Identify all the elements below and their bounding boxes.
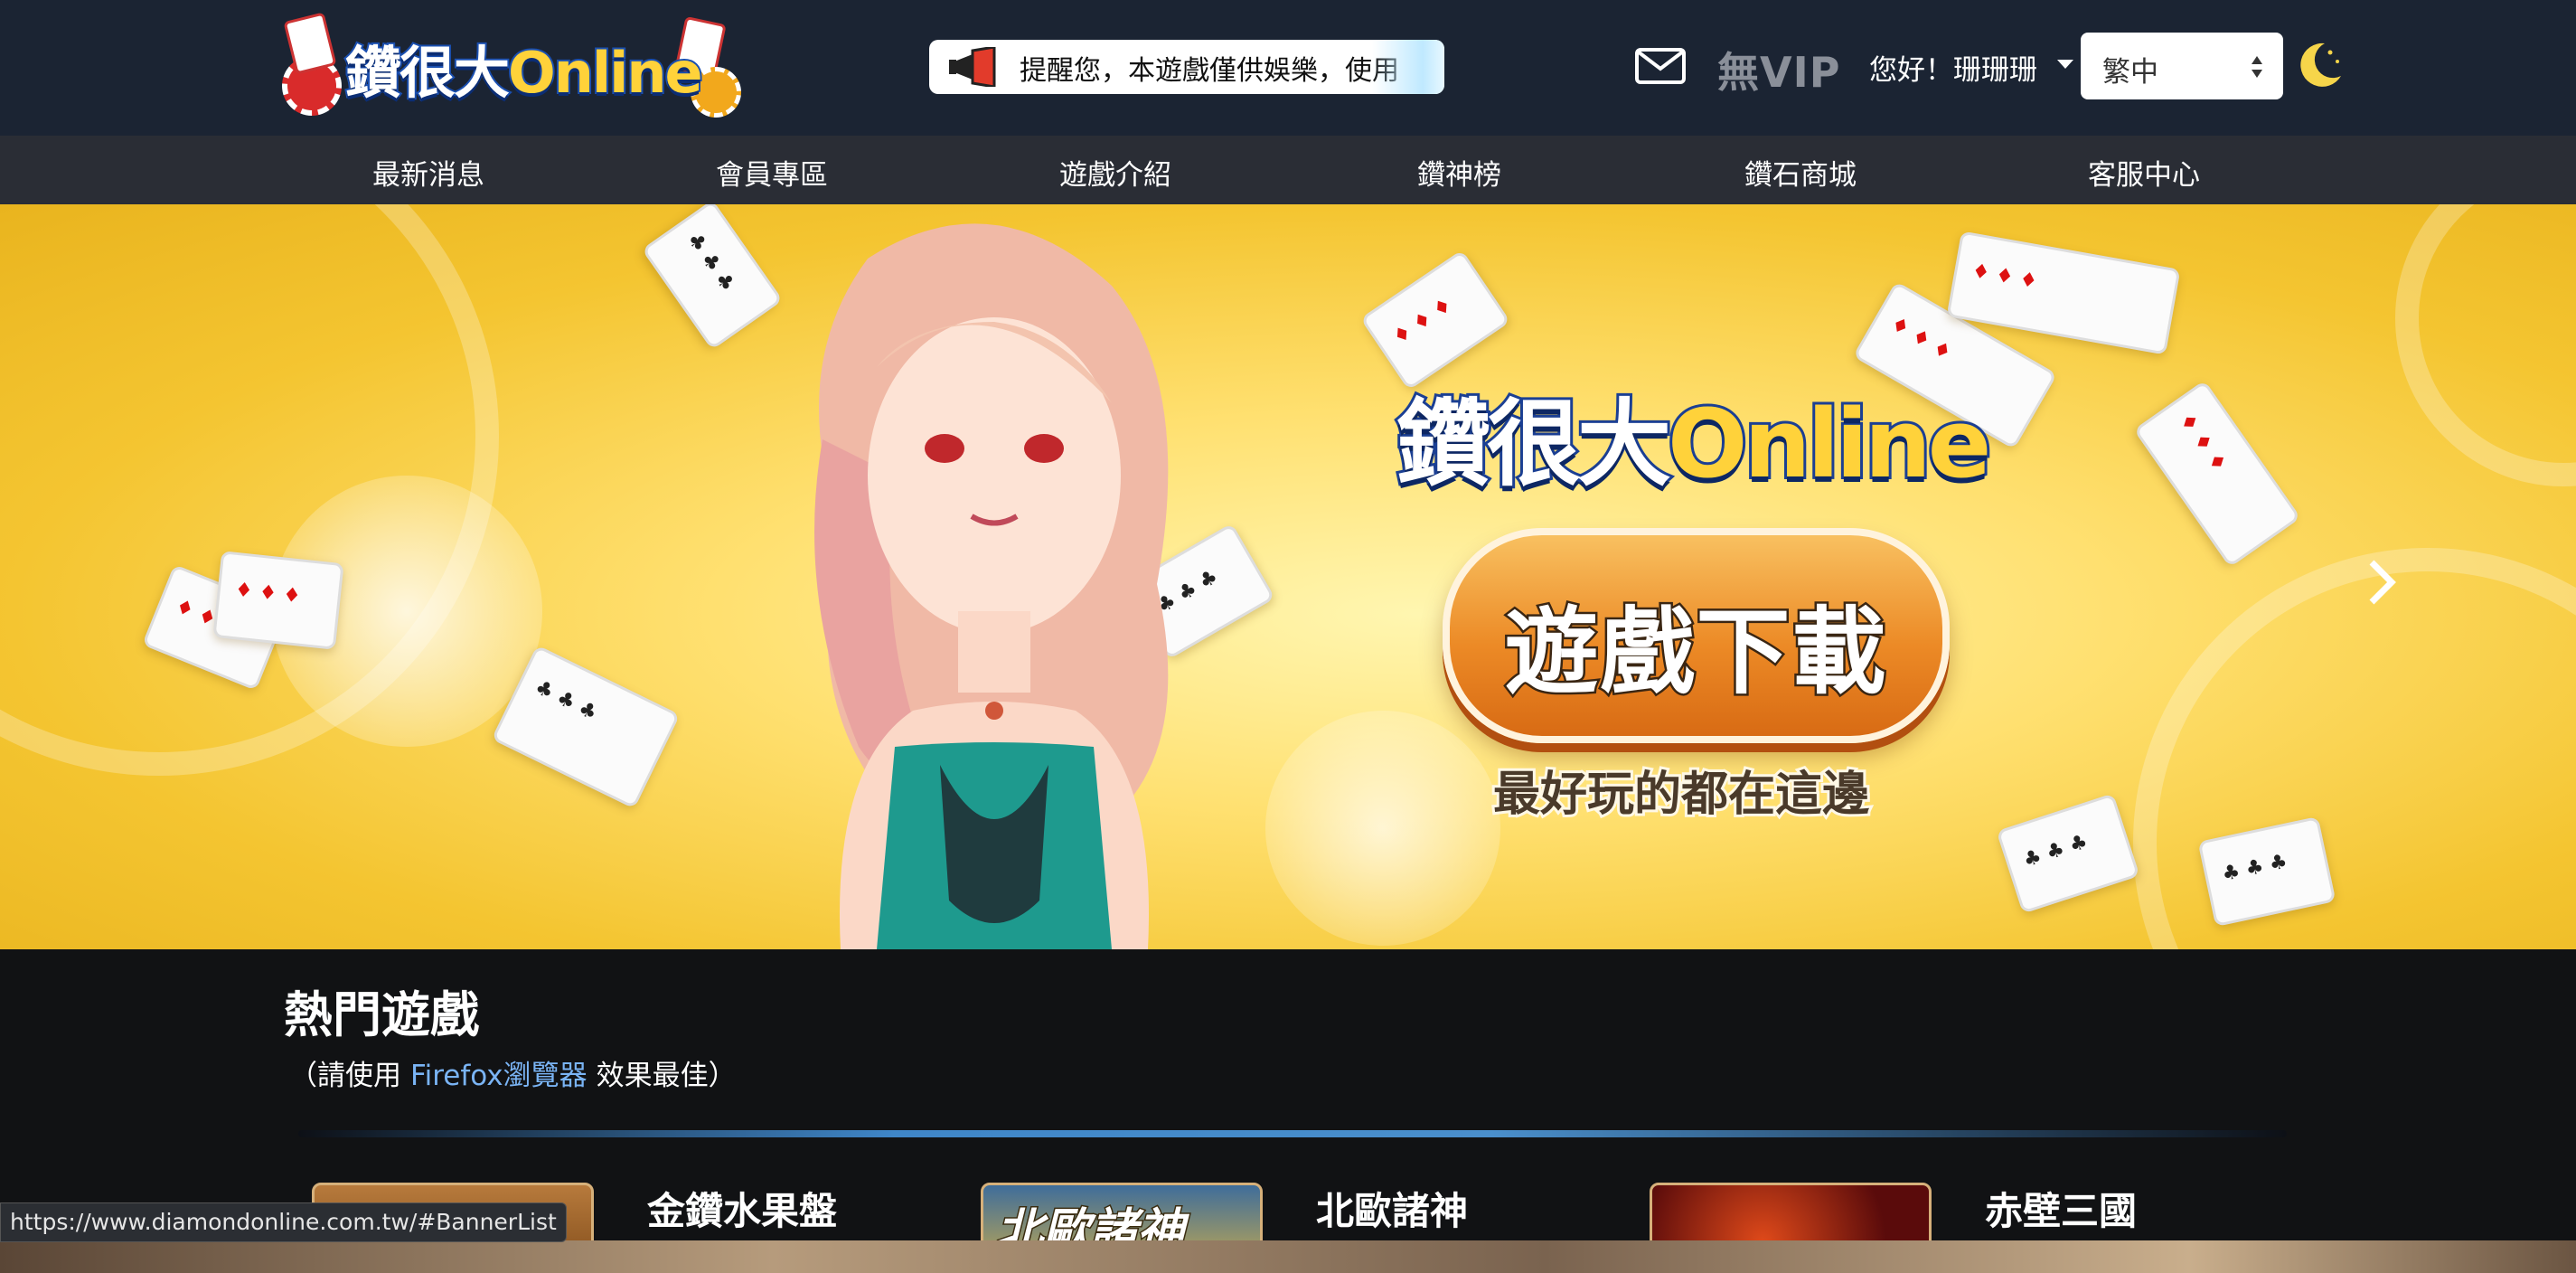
nav-item-shop[interactable]: 鑽石商城	[1744, 152, 1857, 193]
game-name[interactable]: 金鑽水果盤	[647, 1181, 837, 1236]
hero-banner[interactable]: 鑽很大Online 遊戲下載 最好玩的都在這邊	[0, 204, 2576, 949]
section-title: 熱門遊戲	[284, 986, 479, 1043]
moon-icon[interactable]	[2294, 40, 2345, 90]
section-divider	[298, 1130, 2287, 1137]
notice-fade	[1372, 40, 1444, 94]
nav-item-support[interactable]: 客服中心	[2088, 152, 2200, 193]
megaphone-icon	[949, 47, 996, 87]
caret-down-icon[interactable]	[2057, 60, 2073, 69]
nav-item-member[interactable]: 會員專區	[716, 152, 828, 193]
select-arrows-icon	[2252, 56, 2262, 78]
game-name[interactable]: 北歐諸神	[1316, 1181, 1468, 1236]
nav-item-ranking[interactable]: 鑽神榜	[1417, 152, 1501, 193]
logo-text: 鑽很大Online	[343, 38, 705, 108]
language-value: 繁中	[2102, 56, 2158, 89]
playing-card	[212, 551, 344, 650]
notice-marquee: 提醒您，本遊戲僅供娛樂，使用	[929, 40, 1444, 94]
mail-icon[interactable]	[1634, 47, 1687, 85]
banner-decor-ring	[2395, 204, 2576, 486]
banner-decor-ring	[2133, 548, 2576, 949]
banner-character-illustration	[814, 223, 1169, 949]
banner-tagline: 最好玩的都在這邊	[1490, 765, 1872, 825]
playing-card	[2133, 380, 2301, 568]
top-header: 鑽很大Online 提醒您，本遊戲僅供娛樂，使用 無VIP 您好！珊珊珊 繁中	[0, 0, 2576, 136]
vip-status: 無VIP	[1717, 48, 1841, 97]
main-nav: 最新消息 會員專區 遊戲介紹 鑽神榜 鑽石商城 客服中心	[0, 136, 2576, 204]
download-button[interactable]: 遊戲下載	[1443, 528, 1950, 743]
playing-card	[1996, 793, 2140, 914]
site-logo[interactable]: 鑽很大Online	[282, 11, 748, 123]
browser-recommendation: （請使用 Firefox瀏覽器 效果最佳）	[289, 1060, 737, 1092]
notice-text: 提醒您，本遊戲僅供娛樂，使用	[1020, 55, 1399, 87]
browser-bottom-edge	[0, 1240, 2576, 1273]
chevron-right-icon[interactable]	[2366, 555, 2399, 609]
nav-item-news[interactable]: 最新消息	[372, 152, 484, 193]
firefox-link[interactable]: Firefox瀏覽器	[410, 1060, 588, 1092]
game-name[interactable]: 赤壁三國	[1985, 1181, 2137, 1236]
user-greeting[interactable]: 您好！珊珊珊	[1869, 47, 2037, 88]
status-bar-url: https://www.diamondonline.com.tw/#Banner…	[0, 1202, 567, 1242]
nav-item-games[interactable]: 遊戲介紹	[1059, 152, 1171, 193]
language-select[interactable]: 繁中	[2081, 33, 2283, 99]
banner-logo-text: 鑽很大Online	[1394, 386, 1994, 502]
download-button-label: 遊戲下載	[1502, 595, 1888, 710]
